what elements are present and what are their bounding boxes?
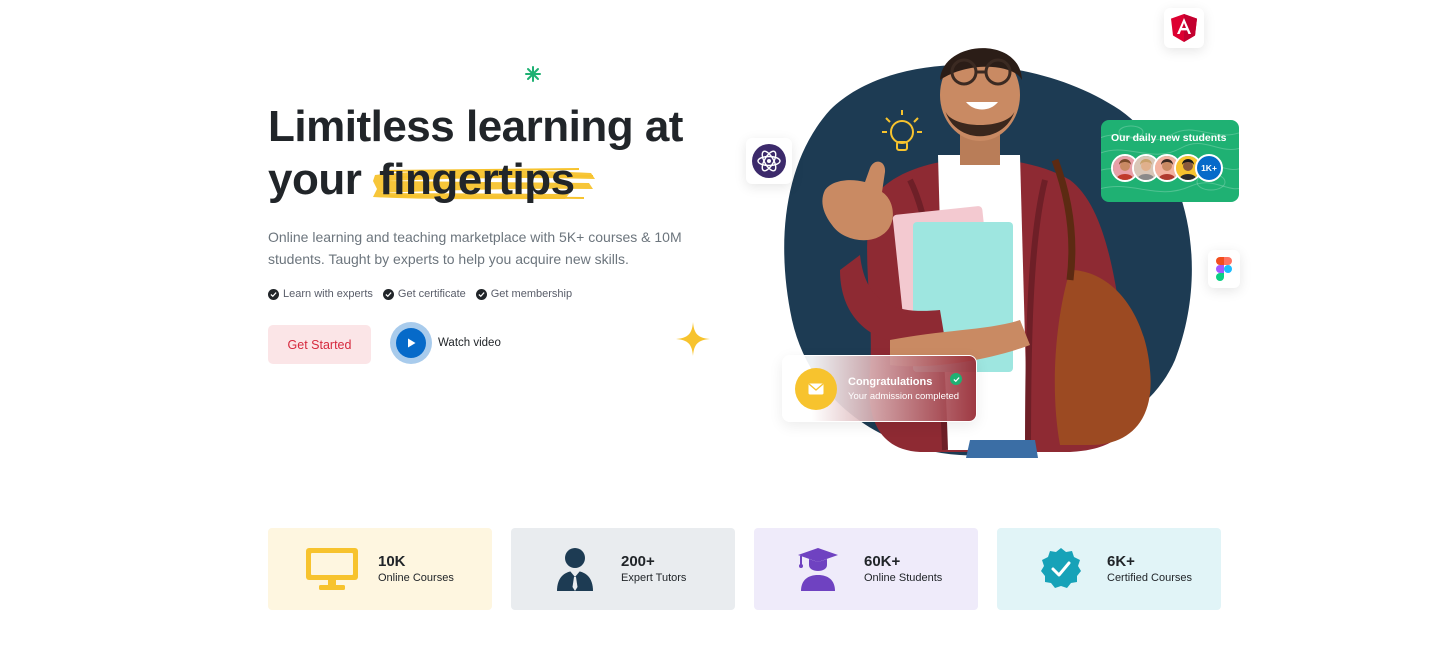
star-yellow-icon [676, 322, 710, 356]
stat-value: 10K [378, 553, 406, 570]
feature-item: Get membership [475, 288, 573, 300]
hero-title-prefix: your [268, 155, 362, 204]
stat-card-courses: 10K Online Courses [268, 528, 492, 610]
daily-students-card: Our daily new students 1K+ [1101, 120, 1239, 202]
check-badge-icon [475, 288, 487, 300]
feature-item: Get certificate [382, 288, 466, 300]
feature-label: Get certificate [397, 288, 466, 300]
check-badge-icon [382, 288, 394, 300]
watch-video-label: Watch video [438, 337, 501, 349]
stat-value: 60K+ [864, 553, 901, 570]
feature-label: Learn with experts [283, 288, 373, 300]
stat-value: 6K+ [1107, 553, 1135, 570]
stat-card-certified: 6K+ Certified Courses [997, 528, 1221, 610]
figma-icon-card [1208, 250, 1240, 288]
stat-value: 200+ [621, 553, 655, 570]
students-count-badge: 1K+ [1195, 154, 1223, 182]
hero-title-line2: your fingertips [268, 153, 683, 206]
stat-label: Online Courses [378, 572, 454, 584]
check-badge-icon [268, 288, 279, 300]
stat-label: Certified Courses [1107, 572, 1192, 584]
congrats-title: Congratulations [848, 375, 933, 388]
hero-title-line1: Limitless learning at [268, 102, 683, 151]
congrats-subtitle: Your admission completed [848, 390, 960, 402]
feature-item: Learn with experts [268, 288, 373, 300]
watch-video-button[interactable]: Watch video [390, 322, 501, 364]
stat-card-students: 60K+ Online Students [754, 528, 978, 610]
figma-icon [1216, 257, 1232, 281]
monitor-icon [304, 546, 360, 592]
stat-card-tutors: 200+ Expert Tutors [511, 528, 735, 610]
envelope-icon [795, 367, 837, 410]
react-icon-card [746, 138, 792, 184]
feature-list: Learn with experts Get certificate Get m… [268, 288, 572, 300]
atom-icon [752, 144, 786, 178]
check-circle-icon [950, 373, 962, 385]
hero-title-highlight: fingertips [373, 153, 596, 206]
congratulations-card: Congratulations Your admission completed [782, 355, 977, 422]
angular-icon [1171, 14, 1197, 42]
tutor-icon [547, 546, 603, 592]
stat-label: Online Students [864, 572, 943, 584]
sparkle-green-icon [525, 66, 541, 82]
play-icon[interactable] [390, 322, 432, 364]
avatar-group: 1K+ [1111, 154, 1229, 182]
daily-students-title: Our daily new students [1111, 132, 1227, 144]
angular-icon-card [1164, 8, 1204, 48]
certified-badge-icon [1033, 546, 1089, 592]
feature-label: Get membership [490, 288, 573, 300]
stat-label: Expert Tutors [621, 572, 687, 584]
hero-description: Online learning and teaching marketplace… [268, 229, 682, 267]
get-started-button[interactable]: Get Started [268, 325, 371, 364]
graduate-icon [790, 546, 846, 592]
hero-title: Limitless learning at your fingertips [268, 100, 683, 206]
